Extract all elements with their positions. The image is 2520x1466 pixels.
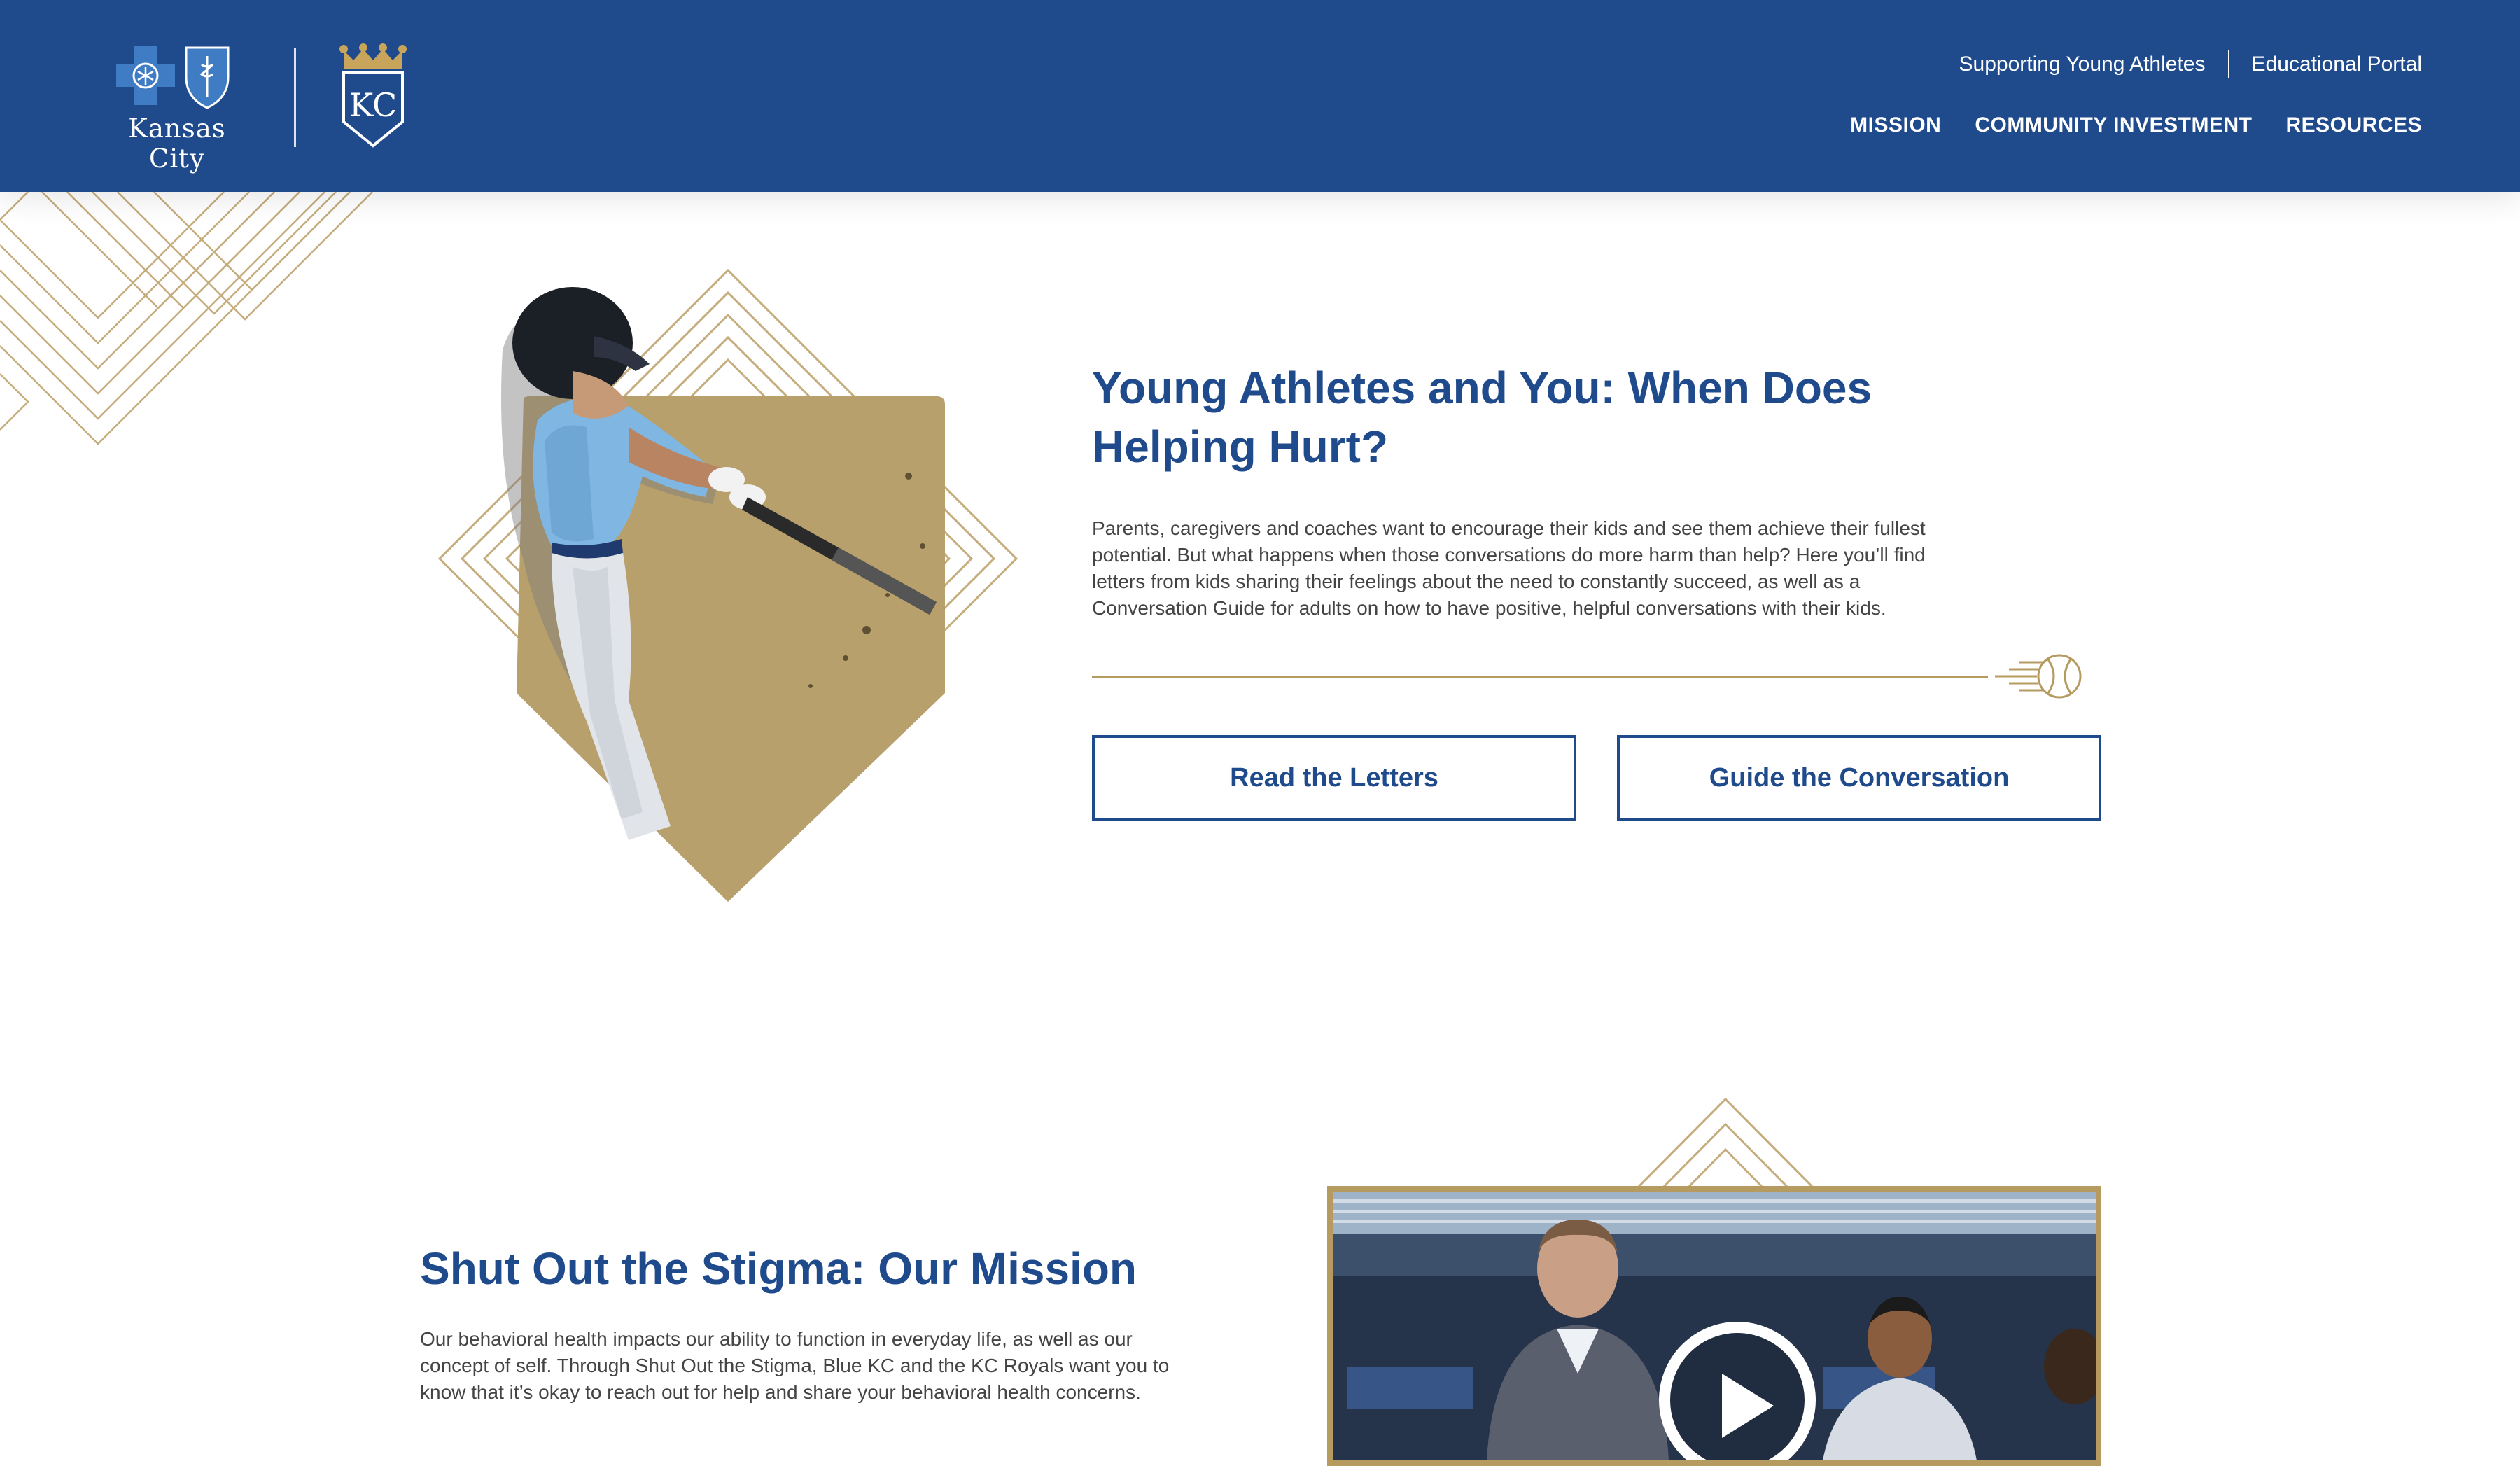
blue-cross-blue-shield-logo — [116, 46, 230, 109]
utility-link-educational-portal[interactable]: Educational Portal — [2252, 53, 2423, 76]
divider-line — [1092, 676, 1988, 678]
guide-the-conversation-button[interactable]: Guide the Conversation — [1617, 735, 2101, 821]
utility-nav: Supporting Young Athletes Educational Po… — [1959, 50, 2422, 78]
main-nav: MISSION COMMUNITY INVESTMENT RESOURCES — [1850, 113, 2422, 137]
mission-video[interactable] — [1327, 1186, 2101, 1466]
utility-link-supporting-young-athletes[interactable]: Supporting Young Athletes — [1959, 53, 2206, 76]
crest-text: KC — [349, 86, 397, 124]
mission-body: Our behavioral health impacts our abilit… — [420, 1328, 1170, 1403]
hero-buttons: Read the Letters Guide the Conversation — [1092, 735, 2114, 821]
baseball-icon — [1995, 654, 2082, 699]
utility-divider — [2227, 50, 2230, 78]
kc-royals-crest-icon: KC — [340, 43, 407, 148]
hero-content: Young Athletes and You: When Does Helpin… — [1092, 358, 2114, 821]
mission-section: Shut Out the Stigma: Our Mission Our beh… — [420, 1239, 1204, 1406]
nav-item-mission[interactable]: MISSION — [1850, 113, 1941, 137]
play-icon — [1722, 1374, 1774, 1438]
brand-divider — [294, 48, 296, 147]
mission-title: Shut Out the Stigma: Our Mission — [420, 1243, 1137, 1294]
hero-title: Young Athletes and You: When Does Helpin… — [1092, 363, 1872, 472]
hero-divider — [1092, 651, 2086, 700]
hero-body: Parents, caregivers and coaches want to … — [1092, 517, 1926, 619]
read-the-letters-button[interactable]: Read the Letters — [1092, 735, 1576, 821]
nav-item-community-investment[interactable]: COMMUNITY INVESTMENT — [1975, 113, 2252, 137]
video-decorative-lines — [1631, 1097, 1820, 1194]
nav-item-resources[interactable]: RESOURCES — [2286, 113, 2422, 137]
hero-batter-image — [438, 268, 1018, 902]
brand-logo-link[interactable]: Kansas City KC — [97, 43, 412, 174]
site-header: Kansas City KC Supporting Young Athletes… — [0, 0, 2520, 192]
brand-city-label: Kansas City — [128, 113, 226, 174]
